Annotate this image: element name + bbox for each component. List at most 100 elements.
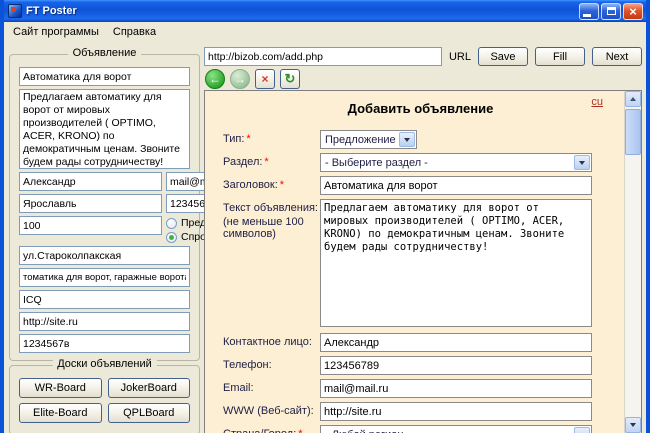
- required-marker: *: [280, 179, 284, 191]
- required-marker: *: [264, 156, 268, 168]
- app-window: FT Poster × Сайт программы Справка Объяв…: [0, 0, 650, 433]
- heading-input[interactable]: [320, 176, 592, 195]
- ad-groupbox: Объявление Предлагаем автоматику для вор…: [9, 54, 200, 361]
- browser-nav: ← → × ↻: [205, 68, 300, 89]
- city-row: [19, 194, 190, 213]
- chevron-down-icon: [574, 155, 590, 170]
- minimize-button[interactable]: [579, 3, 599, 20]
- close-button[interactable]: ×: [623, 3, 643, 20]
- boards-button-grid: WR-Board JokerBoard Elite-Board QPLBoard: [19, 378, 190, 423]
- field-row-www: WWW (Веб-сайт):: [223, 402, 618, 421]
- menubar: Сайт программы Справка: [4, 22, 646, 42]
- next-button[interactable]: Next: [592, 47, 642, 66]
- maximize-button[interactable]: [601, 3, 621, 20]
- chevron-down-icon: [574, 427, 590, 433]
- field-row-section: Раздел:* - Выберите раздел -: [223, 153, 618, 172]
- region-select[interactable]: - Любой регион -: [320, 425, 592, 433]
- www-input[interactable]: [320, 402, 592, 421]
- price-input[interactable]: [19, 216, 162, 235]
- chevron-down-icon: [399, 132, 415, 147]
- icq-input[interactable]: [19, 290, 190, 309]
- field-row-heading: Заголовок:*: [223, 176, 618, 195]
- board-button-joker[interactable]: JokerBoard: [108, 378, 191, 398]
- www-label: WWW (Веб-сайт):: [223, 405, 314, 417]
- arrow-up-icon: [630, 97, 636, 101]
- address-input[interactable]: [19, 246, 190, 265]
- back-button[interactable]: ←: [205, 69, 225, 89]
- section-label: Раздел:: [223, 156, 262, 168]
- section-select[interactable]: - Выберите раздел -: [320, 153, 592, 172]
- section-select-value: - Выберите раздел -: [325, 157, 428, 169]
- field-row-type: Тип:* Предложение: [223, 130, 618, 149]
- heading-label: Заголовок:: [223, 179, 278, 191]
- page-title: Добавить объявление: [223, 101, 618, 116]
- stop-button[interactable]: ×: [255, 69, 275, 89]
- price-row: Предложение Спрос: [19, 216, 190, 243]
- forward-icon: →: [234, 73, 246, 85]
- maximize-icon: [607, 7, 616, 15]
- number-input[interactable]: [19, 334, 190, 353]
- adtext-note: (не меньше 100 символов): [223, 216, 313, 240]
- field-row-phone: Телефон:: [223, 356, 618, 375]
- browser-viewport: Добавить объявление cu Тип:* Предложение…: [204, 90, 642, 433]
- contact-name-input[interactable]: [19, 172, 162, 191]
- sidebar: Объявление Предлагаем автоматику для вор…: [9, 50, 200, 433]
- web-form: Добавить объявление cu Тип:* Предложение…: [205, 91, 624, 433]
- type-select[interactable]: Предложение: [320, 130, 417, 149]
- adtext-label: Текст объявления:: [223, 202, 318, 214]
- ad-group-title: Объявление: [68, 47, 142, 59]
- field-row-region: Страна/Город:* - Любой регион -: [223, 425, 618, 433]
- refresh-button[interactable]: ↻: [280, 69, 300, 89]
- menu-site[interactable]: Сайт программы: [6, 24, 106, 40]
- board-button-elite[interactable]: Elite-Board: [19, 403, 102, 423]
- radio-offer-dot: [166, 218, 177, 229]
- partial-link[interactable]: cu: [591, 96, 603, 108]
- type-label: Тип:: [223, 133, 244, 145]
- board-button-qpl[interactable]: QPLBoard: [108, 403, 191, 423]
- radio-demand-dot: [166, 232, 177, 243]
- field-row-adtext: Текст объявления:* (не меньше 100 символ…: [223, 199, 618, 327]
- stop-icon: ×: [261, 72, 268, 86]
- required-marker: *: [298, 428, 302, 433]
- contact-input[interactable]: [320, 333, 592, 352]
- window-title: FT Poster: [26, 5, 77, 17]
- arrow-down-icon: [630, 423, 636, 427]
- contact-label: Контактное лицо:: [223, 336, 312, 348]
- scroll-down-button[interactable]: [625, 417, 641, 433]
- field-row-contact: Контактное лицо:: [223, 333, 618, 352]
- titlebar[interactable]: FT Poster ×: [4, 0, 646, 22]
- website-input[interactable]: [19, 312, 190, 331]
- city-input[interactable]: [19, 194, 162, 213]
- boards-groupbox: Доски объявлений WR-Board JokerBoard Eli…: [9, 365, 200, 433]
- field-row-email: Email:: [223, 379, 618, 398]
- save-button[interactable]: Save: [478, 47, 528, 66]
- minimize-icon: [583, 14, 591, 17]
- window-controls: ×: [579, 3, 643, 20]
- type-select-value: Предложение: [325, 134, 396, 146]
- phone-label: Телефон:: [223, 359, 272, 371]
- email-input-page[interactable]: [320, 379, 592, 398]
- url-toolbar: URL Save Fill Next: [204, 47, 642, 66]
- region-label: Страна/Город:: [223, 428, 296, 433]
- fill-button[interactable]: Fill: [535, 47, 585, 66]
- app-icon: [8, 4, 22, 18]
- adtext-textarea[interactable]: Предлагаем автоматику для ворот от миров…: [320, 199, 592, 327]
- board-button-wr[interactable]: WR-Board: [19, 378, 102, 398]
- keywords-input[interactable]: [19, 268, 190, 287]
- ad-text-input[interactable]: Предлагаем автоматику для ворот от миров…: [19, 89, 190, 169]
- refresh-icon: ↻: [285, 71, 296, 87]
- scrollbar-thumb[interactable]: [625, 109, 641, 155]
- phone-input-page[interactable]: [320, 356, 592, 375]
- back-icon: ←: [209, 73, 221, 85]
- menu-help[interactable]: Справка: [106, 24, 163, 40]
- region-select-value: - Любой регион -: [325, 429, 410, 433]
- page-scrollbar[interactable]: [624, 91, 641, 433]
- forward-button[interactable]: →: [230, 69, 250, 89]
- contact-row: [19, 172, 190, 191]
- url-input[interactable]: [204, 47, 442, 66]
- ad-title-input[interactable]: [19, 67, 190, 86]
- scroll-up-button[interactable]: [625, 91, 641, 107]
- boards-group-title: Доски объявлений: [52, 358, 157, 370]
- url-label: URL: [449, 51, 471, 63]
- email-label: Email:: [223, 382, 254, 394]
